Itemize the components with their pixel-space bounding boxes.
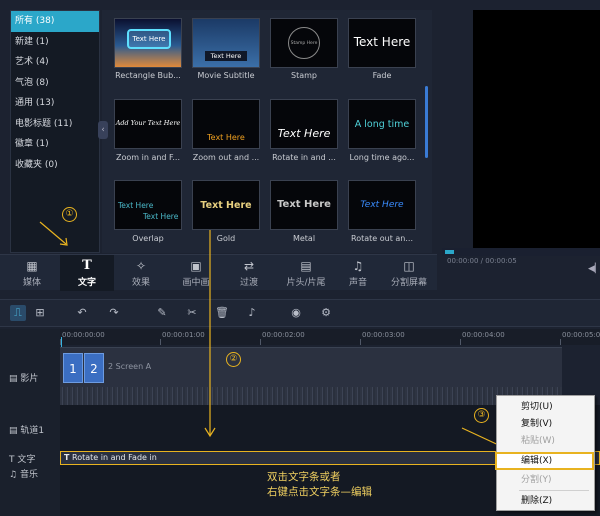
menu-item-cut[interactable]: 剪切(U) [497, 398, 594, 416]
note-line-1: 双击文字条或者 [267, 471, 341, 483]
menu-item-paste[interactable]: 粘贴(W) [497, 432, 594, 450]
instruction-note: 双击文字条或者 右键点击文字条—编辑 [267, 470, 372, 500]
menu-item-split[interactable]: 分割(Y) [497, 471, 594, 489]
annotation-number-1: ① [62, 207, 77, 222]
menu-item-delete[interactable]: 删除(Z) [497, 492, 594, 510]
menu-separator [519, 490, 589, 491]
annotation-number-3: ③ [474, 408, 489, 423]
menu-item-copy[interactable]: 复制(V) [497, 415, 594, 433]
context-menu: 剪切(U) 复制(V) 粘贴(W) 编辑(X) 分割(Y) 删除(Z) [495, 395, 595, 511]
menu-item-edit[interactable]: 编辑(X) [495, 452, 594, 470]
note-line-2: 右键点击文字条—编辑 [267, 486, 372, 498]
annotation-number-2: ② [226, 352, 241, 367]
arrow-1 [39, 221, 67, 245]
